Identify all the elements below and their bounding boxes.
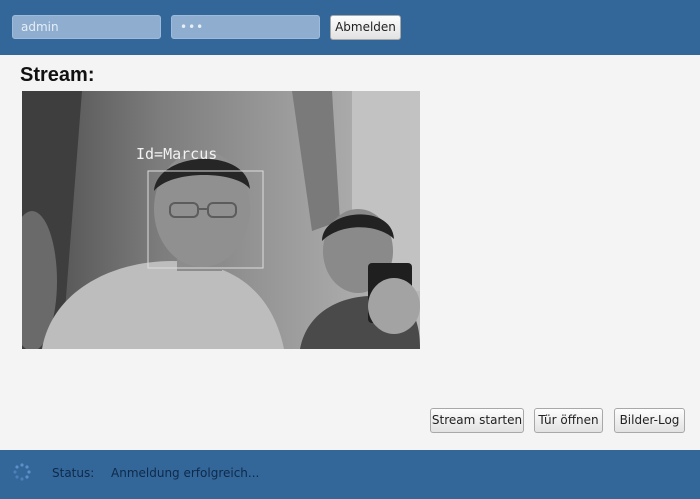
top-toolbar: admin ••• Abmelden — [0, 0, 700, 55]
camera-frame: Id=Marcus — [22, 91, 420, 349]
status-bar — [0, 450, 700, 499]
video-stream: Id=Marcus — [22, 91, 420, 349]
status-message: Anmeldung erfolgreich... — [111, 466, 260, 480]
image-log-button[interactable]: Bilder-Log — [614, 408, 685, 433]
stream-title: Stream: — [20, 64, 95, 86]
start-stream-button[interactable]: Stream starten — [430, 408, 524, 433]
logout-button[interactable]: Abmelden — [330, 15, 401, 40]
face-id-label: Id=Marcus — [136, 145, 217, 163]
status-label: Status: — [52, 466, 95, 480]
open-door-button[interactable]: Tür öffnen — [534, 408, 603, 433]
username-field[interactable]: admin — [12, 15, 161, 39]
loading-spinner-icon — [13, 463, 31, 481]
password-field[interactable]: ••• — [171, 15, 320, 39]
